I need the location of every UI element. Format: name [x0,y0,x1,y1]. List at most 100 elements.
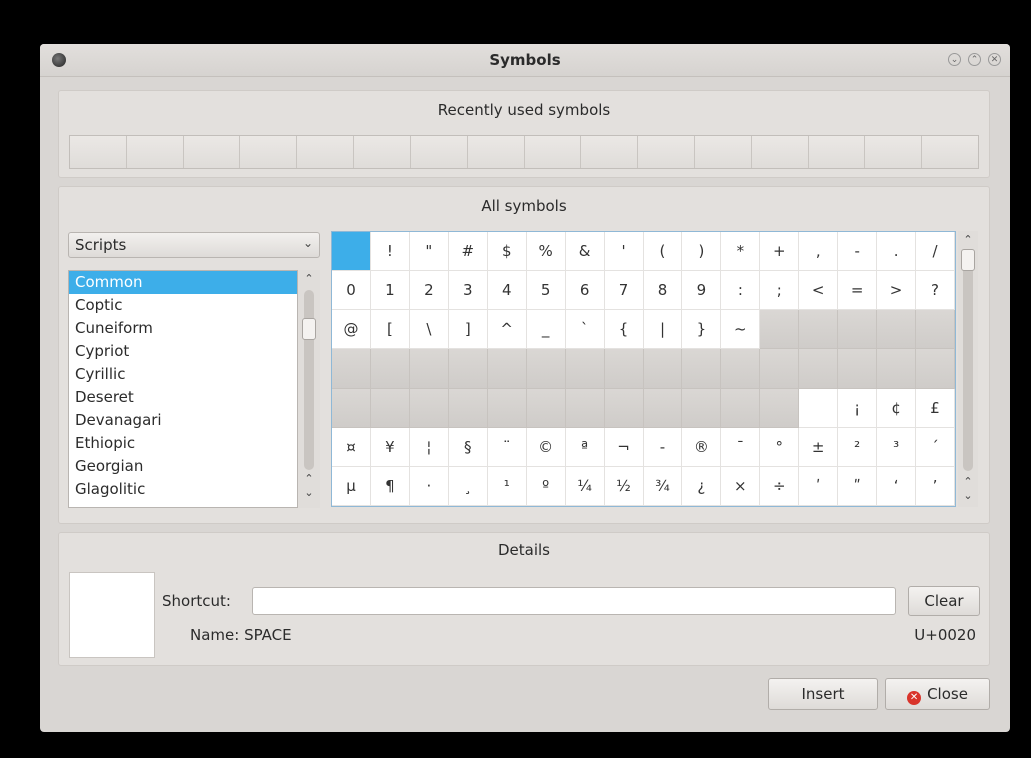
symbol-cell[interactable]: º [526,466,566,506]
symbol-cell[interactable]: 3 [448,271,488,311]
shortcut-input[interactable] [252,587,896,615]
symbol-cell[interactable]: ʺ [838,466,878,506]
close-button[interactable]: ✕ Close [885,678,990,710]
symbol-cell[interactable]: $ [487,232,527,272]
symbol-grid-scrollbar[interactable]: ⌃ ⌃ ⌄ [958,231,978,507]
symbol-cell[interactable]: ' [604,232,644,272]
symbol-cell[interactable]: } [682,310,722,350]
symbol-cell[interactable]: = [838,271,878,311]
symbol-cell[interactable]: - [643,427,683,467]
symbol-cell[interactable]: ~ [721,310,761,350]
symbol-cell[interactable]: 6 [565,271,605,311]
symbol-cell[interactable]: ) [682,232,722,272]
symbol-cell[interactable]: 5 [526,271,566,311]
recent-symbol-slot[interactable] [808,136,866,168]
script-list-item[interactable]: Glagolitic [69,478,297,501]
symbol-cell[interactable]: 4 [487,271,527,311]
close-window-icon[interactable]: ✕ [988,53,1001,66]
symbol-cell[interactable]: . [877,232,917,272]
symbol-cell[interactable]: , [799,232,839,272]
symbol-cell[interactable]: ¡ [838,388,878,428]
script-list-item[interactable]: Deseret [69,386,297,409]
symbol-cell[interactable]: ° [760,427,800,467]
symbol-cell[interactable]: ¨ [487,427,527,467]
script-list-item[interactable]: Common [69,271,297,294]
recent-symbol-slot[interactable] [638,136,695,168]
symbol-cell[interactable]: µ [332,466,371,506]
recent-symbol-slot[interactable] [183,136,241,168]
recent-symbol-slot[interactable] [922,136,978,168]
maximize-icon[interactable]: ⌃ [968,53,981,66]
script-list-item[interactable]: Cyrillic [69,363,297,386]
symbol-cell[interactable]: ¿ [682,466,722,506]
symbol-cell[interactable]: ÷ [760,466,800,506]
symbol-cell[interactable]: ª [565,427,605,467]
symbol-cell[interactable]: ¦ [409,427,449,467]
symbol-cell[interactable]: " [409,232,449,272]
scrollbar-thumb[interactable] [302,318,316,340]
scroll-up-icon[interactable]: ⌃ [958,475,978,488]
symbol-cell[interactable]: ² [838,427,878,467]
scrollbar-thumb[interactable] [961,249,975,271]
symbol-cell[interactable]: & [565,232,605,272]
symbol-cell[interactable]: ? [916,271,955,311]
symbol-cell[interactable]: ¾ [643,466,683,506]
symbol-cell[interactable]: : [721,271,761,311]
symbol-cell[interactable]: \ [409,310,449,350]
script-list[interactable]: Common Coptic Cuneiform Cypriot Cyrillic Dese… [68,270,298,508]
scrollbar-track[interactable] [304,290,314,470]
symbol-cell[interactable]: ¥ [370,427,410,467]
symbol-cell[interactable]: | [643,310,683,350]
symbol-cell[interactable]: ¤ [332,427,371,467]
recent-symbol-slot[interactable] [524,136,582,168]
symbol-cell[interactable]: _ [526,310,566,350]
symbol-cell[interactable]: 2 [409,271,449,311]
symbol-cell[interactable]: < [799,271,839,311]
symbol-cell[interactable]: ¬ [604,427,644,467]
script-list-item[interactable]: Georgian [69,455,297,478]
symbol-cell[interactable]: ; [760,271,800,311]
recent-symbol-slot[interactable] [581,136,639,168]
scroll-up-icon[interactable]: ⌃ [298,472,320,485]
scroll-down-icon[interactable]: ⌄ [298,486,320,499]
symbol-cell[interactable]: § [448,427,488,467]
recent-symbol-slot[interactable] [70,136,127,168]
symbol-cell[interactable]: ʹ [799,466,839,506]
symbol-cell[interactable]: £ [916,388,955,428]
symbol-cell[interactable]: * [721,232,761,272]
title-bar[interactable]: Symbols ⌄ ⌃ ✕ [40,44,1010,77]
symbol-cell[interactable]: [ [370,310,410,350]
scroll-down-icon[interactable]: ⌄ [958,489,978,502]
symbol-cell[interactable]: © [526,427,566,467]
symbol-cell[interactable]: · [409,466,449,506]
symbol-cell[interactable]: ± [799,427,839,467]
symbol-cell[interactable]: ` [565,310,605,350]
symbol-cell[interactable]: ] [448,310,488,350]
recent-symbol-slot[interactable] [865,136,923,168]
recent-symbol-slot[interactable] [694,136,752,168]
script-list-item[interactable]: Devanagari [69,409,297,432]
symbol-cell[interactable]: ´ [916,427,955,467]
symbol-cell[interactable]: { [604,310,644,350]
symbol-cell[interactable]: ( [643,232,683,272]
symbol-cell[interactable]: / [916,232,955,272]
recent-symbol-slot[interactable] [751,136,809,168]
symbol-cell[interactable]: ¹ [487,466,527,506]
symbol-cell[interactable]: ʼ [916,466,955,506]
symbol-cell[interactable]: 0 [332,271,371,311]
symbol-cell[interactable]: ʻ [877,466,917,506]
category-select[interactable]: Scripts ⌄ [68,232,320,258]
insert-button[interactable]: Insert [768,678,878,710]
recent-symbol-slot[interactable] [240,136,298,168]
recent-symbol-slot[interactable] [126,136,184,168]
script-list-item[interactable]: Coptic [69,294,297,317]
scroll-up-icon[interactable]: ⌃ [958,233,978,246]
scrollbar-track[interactable] [963,251,973,471]
symbol-cell[interactable]: ¶ [370,466,410,506]
symbol-cell[interactable]: 1 [370,271,410,311]
script-list-item[interactable]: Cypriot [69,340,297,363]
recent-symbol-slot[interactable] [467,136,525,168]
symbol-cell[interactable] [799,388,839,428]
script-list-item[interactable]: Ethiopic [69,432,297,455]
symbol-cell[interactable]: ¸ [448,466,488,506]
